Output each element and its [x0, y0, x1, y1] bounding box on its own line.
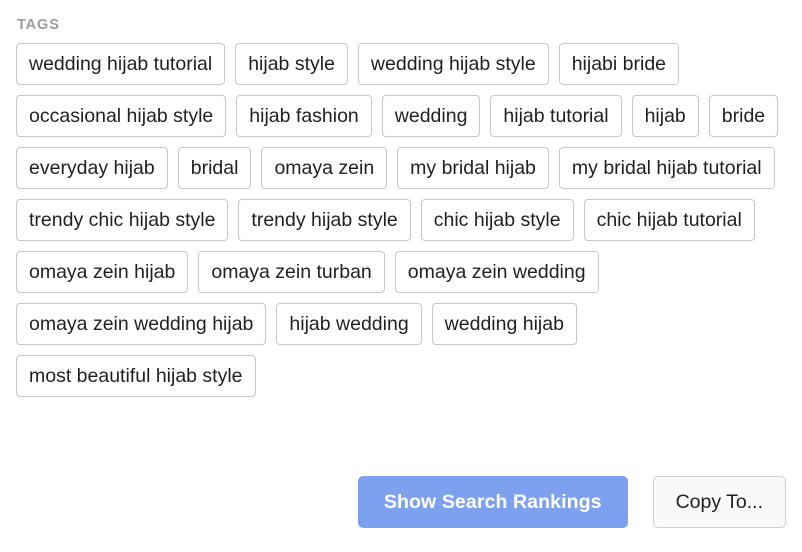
tag-chip-label: wedding hijab tutorial: [29, 44, 212, 84]
tag-chip[interactable]: trendy hijab style: [238, 199, 410, 241]
tag-chip-label: hijab tutorial: [503, 96, 608, 136]
tag-chip-label: omaya zein turban: [211, 252, 371, 292]
tag-chip-label: omaya zein wedding hijab: [29, 304, 253, 344]
tag-chip-label: hijab: [645, 96, 686, 136]
tag-chip-label: wedding: [395, 96, 468, 136]
tag-chip[interactable]: everyday hijab: [16, 147, 168, 189]
tag-chip-label: everyday hijab: [29, 148, 155, 188]
tag-chip[interactable]: wedding hijab: [432, 303, 577, 345]
tag-chip[interactable]: omaya zein wedding: [395, 251, 599, 293]
page-title: TAGS: [17, 16, 786, 34]
tag-chip-label: hijabi bride: [572, 44, 666, 84]
tag-chip-label: omaya zein wedding: [408, 252, 586, 292]
tag-chip-label: trendy hijab style: [251, 200, 397, 240]
tag-chip[interactable]: wedding hijab tutorial: [16, 43, 225, 85]
tag-chip[interactable]: omaya zein hijab: [16, 251, 188, 293]
tag-chip[interactable]: hijab style: [235, 43, 348, 85]
tag-chip-label: bride: [722, 96, 765, 136]
tag-chip[interactable]: chic hijab tutorial: [584, 199, 755, 241]
tag-chip[interactable]: hijab: [632, 95, 699, 137]
tag-chip-label: trendy chic hijab style: [29, 200, 215, 240]
tag-chip[interactable]: omaya zein wedding hijab: [16, 303, 266, 345]
action-bar: Show Search Rankings Copy To...: [358, 476, 786, 528]
tag-chip-label: bridal: [191, 148, 239, 188]
tag-chip[interactable]: bride: [709, 95, 778, 137]
tag-chip[interactable]: occasional hijab style: [16, 95, 226, 137]
tag-chip[interactable]: my bridal hijab: [397, 147, 549, 189]
tag-chip[interactable]: wedding: [382, 95, 481, 137]
tag-chip[interactable]: chic hijab style: [421, 199, 574, 241]
show-search-rankings-button[interactable]: Show Search Rankings: [358, 476, 628, 528]
tag-chip-label: chic hijab tutorial: [597, 200, 742, 240]
tag-chip-label: my bridal hijab tutorial: [572, 148, 762, 188]
tag-chip-label: hijab style: [248, 44, 335, 84]
tag-chip-label: hijab wedding: [289, 304, 408, 344]
tag-chip[interactable]: trendy chic hijab style: [16, 199, 228, 241]
tag-chip-label: my bridal hijab: [410, 148, 536, 188]
tag-chip[interactable]: hijab wedding: [276, 303, 421, 345]
tag-chip[interactable]: most beautiful hijab style: [16, 355, 256, 397]
tag-chip[interactable]: hijab tutorial: [490, 95, 621, 137]
tag-chip-label: omaya zein: [274, 148, 374, 188]
tag-chip[interactable]: omaya zein: [261, 147, 387, 189]
tag-chip-label: chic hijab style: [434, 200, 561, 240]
tags-panel: TAGS wedding hijab tutorialhijab stylewe…: [0, 0, 802, 552]
tag-chip-label: occasional hijab style: [29, 96, 213, 136]
tag-chip[interactable]: omaya zein turban: [198, 251, 384, 293]
tag-chip-label: most beautiful hijab style: [29, 356, 243, 396]
tag-chip-label: wedding hijab: [445, 304, 564, 344]
copy-to-button[interactable]: Copy To...: [653, 476, 786, 528]
tag-chip-label: hijab fashion: [249, 96, 359, 136]
tag-chip[interactable]: hijab fashion: [236, 95, 372, 137]
tag-chip[interactable]: wedding hijab style: [358, 43, 549, 85]
tag-list: wedding hijab tutorial hijab style wedding…: [16, 43, 788, 397]
tag-chip[interactable]: hijabi bride: [559, 43, 679, 85]
tag-chip[interactable]: bridal: [178, 147, 252, 189]
tag-chip-label: omaya zein hijab: [29, 252, 175, 292]
tag-chip-label: wedding hijab style: [371, 44, 536, 84]
tag-chip[interactable]: my bridal hijab tutorial: [559, 147, 775, 189]
